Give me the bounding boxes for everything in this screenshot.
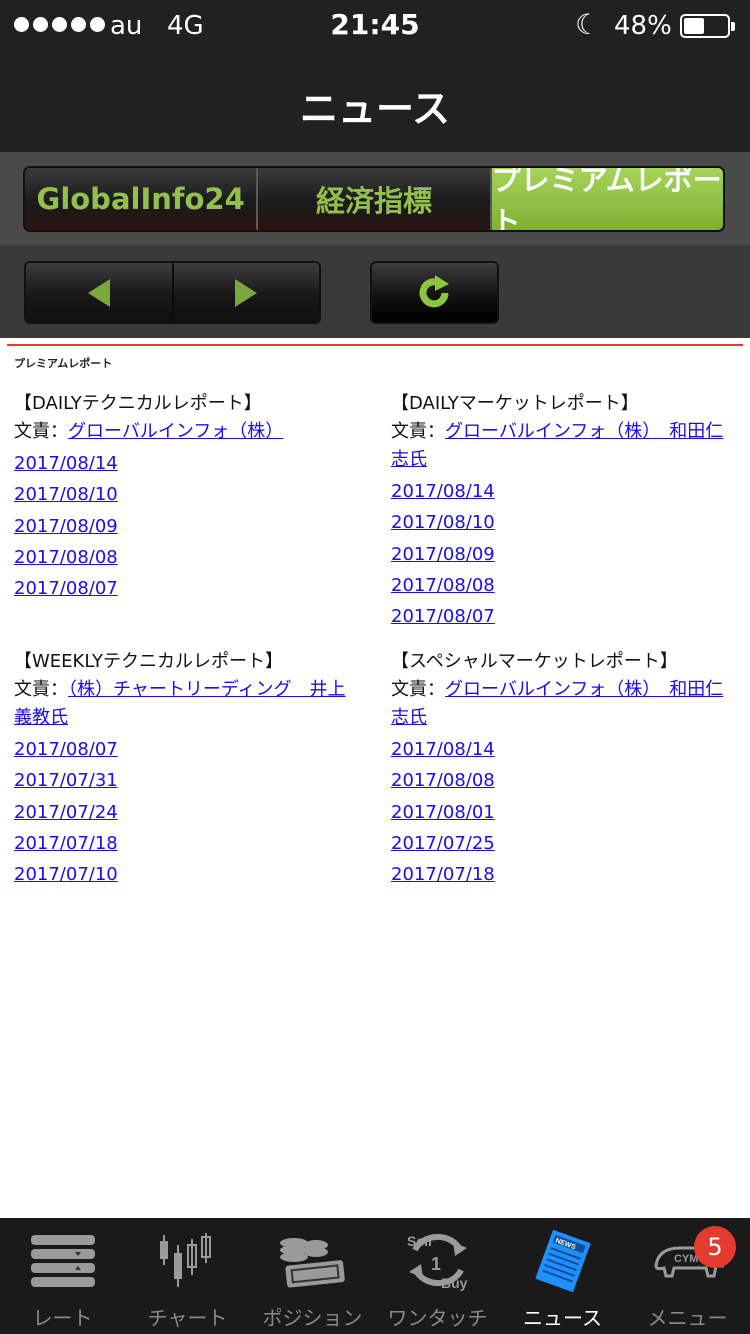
report-date-link[interactable]: 2017/08/14 <box>14 448 359 479</box>
report-author: 文責：グローバルインフォ（株） 和田仁志氏 <box>391 418 736 474</box>
tabbar-item-chart[interactable]: チャート <box>125 1218 250 1334</box>
reload-icon <box>419 274 449 307</box>
sell-label: Sell <box>407 1233 432 1249</box>
report-author: 文責：グローバルインフォ（株） 和田仁志氏 <box>391 676 736 732</box>
onetouch-icon: Sell 1 Buy <box>401 1224 475 1298</box>
tabbar-item-news[interactable]: NEWS ニュース <box>500 1218 625 1334</box>
report-date-link[interactable]: 2017/08/07 <box>14 734 359 765</box>
report-date-link[interactable]: 2017/07/25 <box>391 828 736 859</box>
segment-bar: GlobalInfo24 経済指標 プレミアムレポート <box>0 152 750 245</box>
author-prefix: 文責： <box>14 679 68 700</box>
report-date-link[interactable]: 2017/08/09 <box>391 539 736 570</box>
report-date-link[interactable]: 2017/08/10 <box>14 479 359 510</box>
chart-icon <box>156 1224 220 1298</box>
tabbar-label: ポジション <box>262 1306 363 1330</box>
tabbar-label: レート <box>32 1306 93 1330</box>
report-date-link[interactable]: 2017/08/07 <box>391 601 736 632</box>
back-button[interactable] <box>26 263 174 322</box>
battery-icon <box>680 14 735 38</box>
report-block-special-market: 【スペシャルマーケットレポート】 文責：グローバルインフォ（株） 和田仁志氏 2… <box>391 648 736 890</box>
tabbar-label: ニュース <box>523 1306 602 1330</box>
page-title: ニュース <box>299 87 451 131</box>
report-block-daily-market: 【DAILYマーケットレポート】 文責：グローバルインフォ（株） 和田仁志氏 2… <box>391 390 736 632</box>
section-title: プレミアムレポート <box>14 357 113 370</box>
buy-label: Buy <box>441 1275 468 1291</box>
divider <box>7 344 743 346</box>
rate-icon <box>29 1224 97 1298</box>
tabbar-label: ワンタッチ <box>387 1306 488 1330</box>
report-author: 文責：（株）チャートリーディング 井上義教氏 <box>14 676 359 732</box>
report-date-link[interactable]: 2017/08/01 <box>391 797 736 828</box>
report-date-link[interactable]: 2017/07/10 <box>14 859 359 890</box>
tabbar-item-rate[interactable]: レート <box>0 1218 125 1334</box>
report-content: プレミアムレポート 【DAILYテクニカルレポート】 文責：グローバルインフォ（… <box>0 338 750 1218</box>
toolbar <box>0 245 750 338</box>
author-prefix: 文責： <box>14 421 68 442</box>
report-date-link[interactable]: 2017/07/31 <box>14 765 359 796</box>
tabbar-item-menu[interactable]: CYMO メニュー 5 <box>625 1218 750 1334</box>
report-date-link[interactable]: 2017/08/14 <box>391 734 736 765</box>
onetouch-digit: 1 <box>431 1254 441 1274</box>
report-title: 【DAILYマーケットレポート】 <box>391 393 639 414</box>
report-date-link[interactable]: 2017/08/14 <box>391 476 736 507</box>
tab-economic-indicators[interactable]: 経済指標 <box>258 168 492 230</box>
report-title: 【スペシャルマーケットレポート】 <box>391 651 678 672</box>
battery-percent: 48% <box>614 11 672 41</box>
do-not-disturb-icon: ☾ <box>575 8 601 41</box>
position-icon <box>276 1224 350 1298</box>
header: au 4G 21:45 ☾ 48% ニュース <box>0 0 750 152</box>
tabbar-label: メニュー <box>647 1306 728 1330</box>
tab-globalinfo24[interactable]: GlobalInfo24 <box>25 168 259 230</box>
notification-badge: 5 <box>694 1226 736 1268</box>
report-title: 【WEEKLYテクニカルレポート】 <box>14 651 283 672</box>
report-date-link[interactable]: 2017/08/08 <box>391 570 736 601</box>
author-prefix: 文責： <box>391 421 445 442</box>
author-link[interactable]: グローバルインフォ（株） <box>68 421 283 442</box>
report-date-link[interactable]: 2017/07/18 <box>391 859 736 890</box>
report-title: 【DAILYテクニカルレポート】 <box>14 393 262 414</box>
status-bar: au 4G 21:45 ☾ 48% <box>0 0 750 50</box>
tabbar-item-position[interactable]: ポジション <box>250 1218 375 1334</box>
tabbar-label: チャート <box>147 1306 228 1330</box>
arrow-right-icon <box>235 278 258 307</box>
arrow-left-icon <box>87 278 110 307</box>
report-author: 文責：グローバルインフォ（株） <box>14 418 359 446</box>
report-date-link[interactable]: 2017/07/18 <box>14 828 359 859</box>
report-date-link[interactable]: 2017/08/08 <box>14 542 359 573</box>
bottom-tab-bar: レート チャート ポジション Sell 1 Buy ワンタッチ NEWS ニュー… <box>0 1218 750 1334</box>
report-date-link[interactable]: 2017/08/08 <box>391 765 736 796</box>
tab-premium-report[interactable]: プレミアムレポート <box>491 168 723 230</box>
news-icon: NEWS <box>531 1224 595 1298</box>
forward-button[interactable] <box>173 263 319 322</box>
report-date-link[interactable]: 2017/08/07 <box>14 573 359 604</box>
report-block-weekly-technical: 【WEEKLYテクニカルレポート】 文責：（株）チャートリーディング 井上義教氏… <box>14 648 359 890</box>
tabbar-item-onetouch[interactable]: Sell 1 Buy ワンタッチ <box>375 1218 500 1334</box>
report-date-link[interactable]: 2017/07/24 <box>14 797 359 828</box>
report-block-daily-technical: 【DAILYテクニカルレポート】 文責：グローバルインフォ（株） 2017/08… <box>14 390 359 604</box>
report-date-link[interactable]: 2017/08/09 <box>14 511 359 542</box>
segmented-control: GlobalInfo24 経済指標 プレミアムレポート <box>23 166 725 232</box>
page-navigation <box>24 261 321 324</box>
author-prefix: 文責： <box>391 679 445 700</box>
reload-button[interactable] <box>370 261 499 324</box>
report-date-link[interactable]: 2017/08/10 <box>391 507 736 538</box>
